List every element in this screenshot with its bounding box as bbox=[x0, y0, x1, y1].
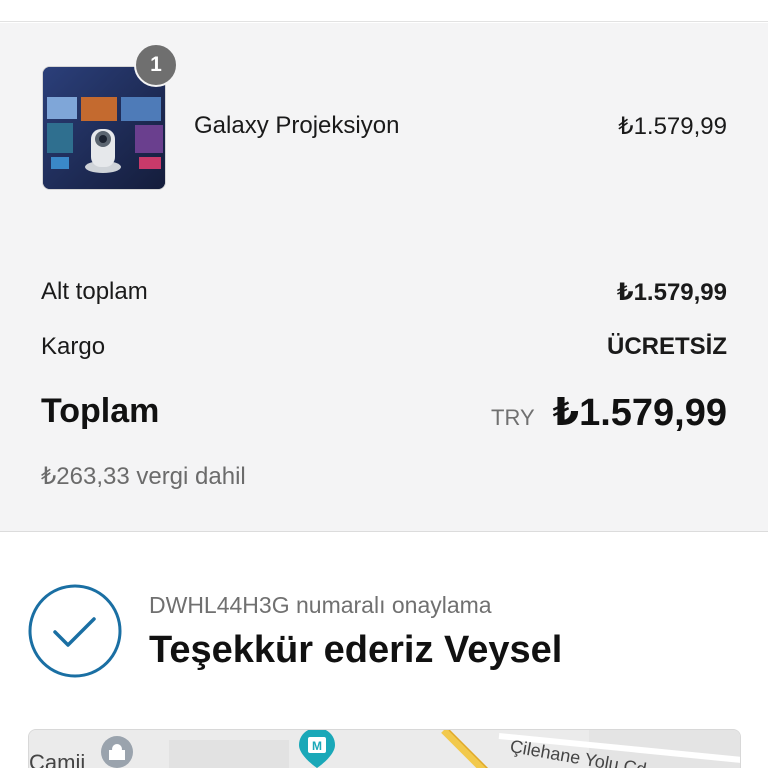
thank-you-heading: Teşekkür ederiz Veysel bbox=[149, 629, 563, 671]
svg-text:M: M bbox=[312, 739, 322, 753]
shipping-value: ÜCRETSİZ bbox=[607, 333, 727, 360]
museum-pin-icon[interactable]: M bbox=[297, 729, 337, 768]
map-label-mosque: Camii bbox=[29, 750, 86, 768]
top-divider-strip bbox=[0, 0, 768, 22]
mosque-pin-icon[interactable] bbox=[99, 734, 135, 768]
shipping-label: Kargo bbox=[41, 333, 106, 360]
subtotal-label: Alt toplam bbox=[41, 278, 148, 305]
tax-included-note: ₺263,33 vergi dahil bbox=[41, 463, 246, 490]
product-name: Galaxy Projeksiyon bbox=[194, 112, 400, 139]
total-currency: TRY bbox=[491, 405, 535, 430]
total-amount: ₺1.579,99 bbox=[552, 392, 727, 434]
subtotal-value: ₺1.579,99 bbox=[616, 279, 727, 306]
product-price: ₺1.579,99 bbox=[618, 113, 727, 140]
store-map[interactable]: Camii M Çilehane Yolu Cd. bbox=[28, 729, 741, 768]
order-confirmation-number: DWHL44H3G numaralı onaylama bbox=[149, 592, 492, 618]
checkmark-circle-icon bbox=[28, 584, 122, 678]
confirmation-section: DWHL44H3G numaralı onaylama Teşekkür ede… bbox=[0, 533, 768, 768]
quantity-badge: 1 bbox=[134, 43, 178, 87]
total-label: Toplam bbox=[41, 392, 160, 430]
product-thumbnail-wrap[interactable]: 1 bbox=[42, 43, 178, 190]
order-summary-panel: 1 Galaxy Projeksiyon ₺1.579,99 Alt topla… bbox=[0, 23, 768, 532]
total-value-group: TRY ₺1.579,99 bbox=[491, 390, 727, 435]
